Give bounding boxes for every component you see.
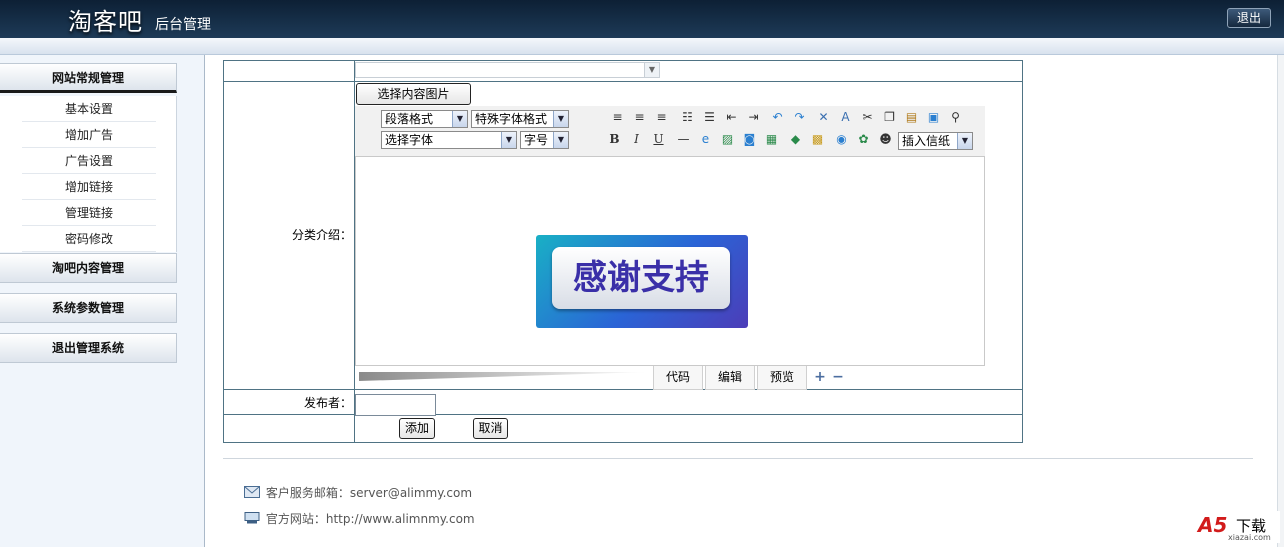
underline-icon[interactable]: U [650,131,667,148]
paste-icon[interactable]: ▤ [903,109,920,126]
font-size-value: 字号 [524,133,549,147]
paragraph-format-select[interactable]: 段落格式 ▼ [381,110,468,128]
row-divider [224,389,1022,390]
choose-content-image-button[interactable]: 选择内容图片 [356,83,471,105]
sidebar-item-basic-settings[interactable]: 基本设置 [22,96,156,122]
qq-icon[interactable]: ☻ [877,131,894,148]
horizontal-rule-icon[interactable]: — [675,131,692,148]
editor-shadow [359,372,649,381]
row-divider [224,414,1022,415]
italic-icon[interactable]: I [628,131,645,148]
color-icon[interactable]: ▩ [809,131,826,148]
logout-button[interactable]: 退出 [1227,8,1271,28]
copy-icon[interactable]: ❐ [881,109,898,126]
align-left-icon[interactable]: ≡ [609,109,626,126]
image-icon[interactable]: ▨ [719,131,736,148]
chevron-down-icon: ▼ [957,133,972,149]
paste-text-icon[interactable]: ▣ [925,109,942,126]
content-image: 感谢支持 [536,235,748,328]
insert-paper-value: 插入信纸 [902,134,951,148]
tab-edit[interactable]: 编辑 [705,366,755,390]
font-size-select[interactable]: 字号 ▼ [520,131,569,149]
footer-site-url[interactable]: http://www.alimnmy.com [326,512,475,526]
rich-text-editor: 段落格式 ▼ 特殊字体格式 ▼ 选择字体 ▼ 字号 ▼ ≡ ≡ ≡ ☷ ☰ ⇤ … [355,106,985,366]
indent-icon[interactable]: ⇥ [745,109,762,126]
category-select[interactable]: ▼ [355,62,660,78]
insert-paper-select[interactable]: 插入信纸 ▼ [898,132,973,150]
mail-icon [244,486,260,498]
menu-items-site-general: 基本设置 增加广告 广告设置 增加链接 管理链接 密码修改 [0,96,177,252]
special-font-format-value: 特殊字体格式 [475,112,548,126]
chat-icon[interactable]: ✿ [855,131,872,148]
chevron-down-icon: ▼ [553,111,568,127]
menu-section-exit[interactable]: 退出管理系统 [0,333,177,363]
flash-icon[interactable]: ◆ [787,131,804,148]
chevron-down-icon: ▼ [553,132,568,148]
website-icon [244,512,260,524]
brand-subtitle: 后台管理 [155,17,211,33]
font-family-select[interactable]: 选择字体 ▼ [381,131,517,149]
brand-logo: 淘客吧 [68,8,143,36]
publisher-input[interactable] [355,394,436,416]
sidebar-item-change-password[interactable]: 密码修改 [22,226,156,252]
undo-icon[interactable]: ↶ [769,109,786,126]
footer-email-label: 客户服务邮箱： [265,486,350,500]
redo-icon[interactable]: ↷ [791,109,808,126]
align-center-icon[interactable]: ≡ [631,109,648,126]
footer-email-line: 客户服务邮箱：server@alimmy.com [244,484,472,501]
sidebar-item-add-link[interactable]: 增加链接 [22,174,156,200]
delete-icon[interactable]: ✕ [815,109,832,126]
menu-section-system-params[interactable]: 系统参数管理 [0,293,177,323]
outdent-icon[interactable]: ⇤ [723,109,740,126]
category-intro-label: 分类介绍： [291,228,352,242]
publisher-label: 发布者： [303,396,352,410]
cancel-button[interactable]: 取消 [473,418,508,439]
footer-email[interactable]: server@alimmy.com [350,486,472,500]
sidebar-item-add-ad[interactable]: 增加广告 [22,122,156,148]
form-table: ▼ 选择内容图片 分类介绍： 段落格式 ▼ 特殊字体格式 ▼ 选择字体 ▼ 字号… [223,60,1023,443]
expand-icon[interactable]: + [813,370,827,384]
special-font-format-select[interactable]: 特殊字体格式 ▼ [471,110,569,128]
watermark-url: xiazai.com [1228,533,1271,542]
find-icon[interactable]: ⚲ [947,109,964,126]
add-button[interactable]: 添加 [399,418,435,439]
editor-content-area[interactable]: 感谢支持 [355,156,985,366]
collapse-icon[interactable]: − [831,370,845,384]
chevron-down-icon: ▼ [452,111,467,127]
media-icon[interactable]: ◙ [741,131,758,148]
a5-logo: A5 [1198,513,1228,537]
menu-section-content[interactable]: 淘吧内容管理 [0,253,177,283]
header-subbar [0,38,1284,55]
chevron-down-icon: ▼ [501,132,516,148]
unordered-list-icon[interactable]: ☷ [679,109,696,126]
table-icon[interactable]: ▦ [763,131,780,148]
clear-format-icon[interactable]: A [837,109,854,126]
top-header: 淘客吧 后台管理 退出 [0,0,1284,38]
main-content: ▼ 选择内容图片 分类介绍： 段落格式 ▼ 特殊字体格式 ▼ 选择字体 ▼ 字号… [206,55,1284,547]
emoticon-icon[interactable]: ◉ [833,131,850,148]
footer-site-line: 官方网站：http://www.alimnmy.com [244,510,475,527]
font-family-value: 选择字体 [385,133,434,147]
sidebar-item-ad-settings[interactable]: 广告设置 [22,148,156,174]
menu-section-site-general[interactable]: 网站常规管理 [0,63,177,93]
footer-site-label: 官方网站： [265,512,326,526]
link-icon[interactable]: e [697,131,714,148]
footer-divider [223,458,1253,459]
left-sidebar: 网站常规管理 基本设置 增加广告 广告设置 增加链接 管理链接 密码修改 淘吧内… [0,55,205,547]
align-right-icon[interactable]: ≡ [653,109,670,126]
chevron-down-icon: ▼ [644,63,659,77]
tab-code[interactable]: 代码 [653,366,703,390]
a5-watermark: A5 下载 xiazai.com [1192,511,1280,543]
content-image-text: 感谢支持 [552,247,730,309]
bold-icon[interactable]: B [606,131,623,148]
sidebar-item-manage-links[interactable]: 管理链接 [22,200,156,226]
app-window: 淘客吧 后台管理 退出 网站常规管理 基本设置 增加广告 广告设置 增加链接 管… [0,0,1284,547]
row-divider [224,81,1022,82]
tab-preview[interactable]: 预览 [757,366,807,390]
editor-toolbar: 段落格式 ▼ 特殊字体格式 ▼ 选择字体 ▼ 字号 ▼ ≡ ≡ ≡ ☷ ☰ ⇤ … [355,106,985,156]
cut-icon[interactable]: ✂ [859,109,876,126]
page-scrollbar[interactable] [1277,55,1284,547]
ordered-list-icon[interactable]: ☰ [701,109,718,126]
paragraph-format-value: 段落格式 [385,112,434,126]
